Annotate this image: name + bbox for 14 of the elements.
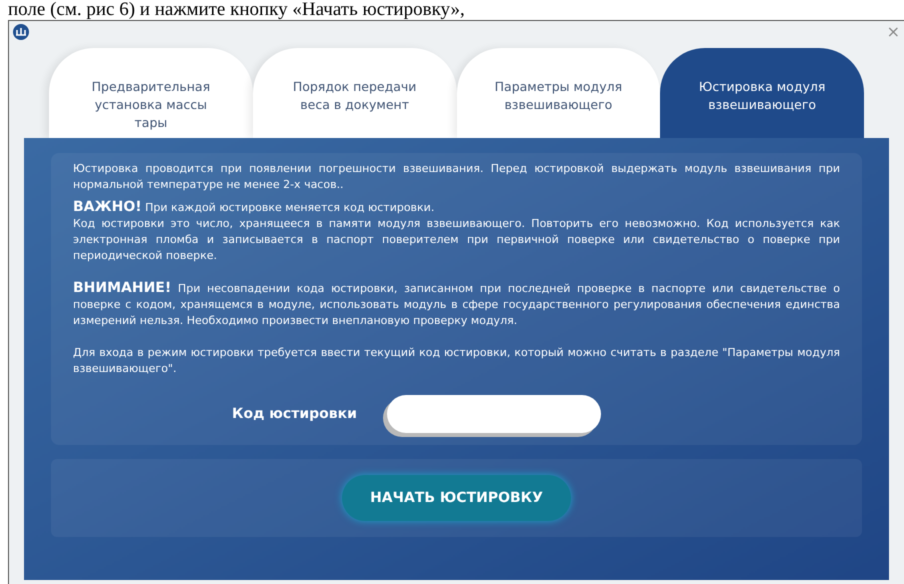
- tab[interactable]: Порядок передачи веса в документ: [252, 48, 456, 138]
- code-label: Код юстировки: [232, 404, 357, 424]
- info-paragraph: Код юстировки это число, хранящееся в памяти модуля взвешивающего. Повторить его невозможно. Код используется как электронная пломба и записывается в паспорт поверителем при первичной поверке или свидетельство о поверке при периодической поверке.: [73, 216, 840, 264]
- tab[interactable]: Параметры модуля взвешивающего: [456, 48, 660, 138]
- tab[interactable]: Предварительная установка массы тары: [49, 48, 253, 138]
- info-paragraph: ВАЖНО! При каждой юстировке меняется код юстировки.: [73, 199, 436, 216]
- code-input-field[interactable]: [386, 395, 601, 433]
- logo-icon: [13, 24, 29, 40]
- start-button[interactable]: НАЧАТЬ ЮСТИРОВКУ: [342, 475, 571, 521]
- info-paragraph: Юстировка проводится при появлении погрешности взвешивания. Перед юстировкой выдержать модуль взвешивания при нормальной температуре не менее 2-х часов..: [73, 161, 840, 193]
- info-paragraph: ВНИМАНИЕ! При несовпадении кода юстировки, записанном при последней проверке в паспорте или свидетельстве о поверке с кодом, хранящемся в модуле, использовать модуль в сфере государственного регулирования обеспечения единства измерений нельзя. Необходимо произвести внеплановую проверку модуля.: [73, 280, 840, 329]
- info-paragraph: Для входа в режим юстировки требуется ввести текущий код юстировки, который можно считать в разделе "Параметры модуля взвешивающего".: [73, 345, 840, 377]
- tab[interactable]: Юстировка модуля взвешивающего: [660, 48, 864, 138]
- document-text: поле (см. рис 6) и нажмите кнопку «Начать юстировку»,: [8, 0, 465, 20]
